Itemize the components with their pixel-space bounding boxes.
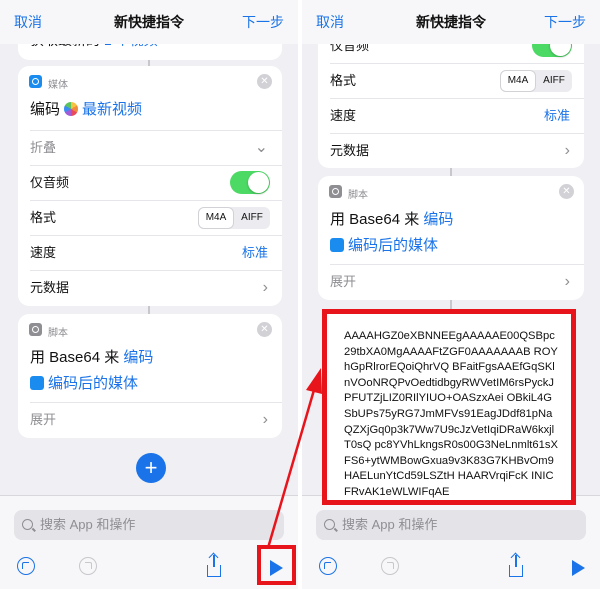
next-button[interactable]: 下一步 xyxy=(242,12,284,32)
category-label: 媒体 xyxy=(48,80,68,91)
close-icon[interactable]: ✕ xyxy=(257,74,272,89)
speed-row[interactable]: 速度 标准 xyxy=(18,235,282,270)
base64-card: 脚本 ✕ 用 Base64 来 编码 编码后的媒体 展开 › xyxy=(318,176,584,300)
format-row: 格式 M4A AIFF xyxy=(18,200,282,235)
redo-icon[interactable] xyxy=(378,555,402,579)
category-label: 脚本 xyxy=(48,328,68,339)
search-input[interactable]: 搜索 App 和操作 xyxy=(14,510,284,540)
share-icon[interactable] xyxy=(504,555,528,579)
format-option-m4a[interactable]: M4A xyxy=(500,70,536,92)
search-placeholder: 搜索 App 和操作 xyxy=(342,517,438,532)
format-option-aiff[interactable]: AIFF xyxy=(234,207,270,229)
format-segmented-control: M4A AIFF xyxy=(500,70,572,92)
expand-row[interactable]: 展开 › xyxy=(318,264,584,299)
close-icon[interactable]: ✕ xyxy=(257,322,272,337)
next-button[interactable]: 下一步 xyxy=(544,12,586,32)
encoded-media-token[interactable]: 编码后的媒体 xyxy=(348,237,438,254)
action-label: 用 Base64 来 xyxy=(330,211,420,228)
chevron-right-icon: › xyxy=(564,273,570,290)
speed-label: 速度 xyxy=(30,245,57,260)
format-segmented-control: M4A AIFF xyxy=(198,207,270,229)
left-pane: 取消 新快捷指令 下一步 获取最新的 1 个视频 媒体 ✕ 编码最新视频 折叠 … xyxy=(0,0,298,589)
action-label: 用 Base64 来 xyxy=(30,349,120,366)
encode-mode-token[interactable]: 编码 xyxy=(123,349,153,366)
format-label: 格式 xyxy=(30,210,57,225)
expand-label: 展开 xyxy=(330,274,357,289)
base64-result-output: AAAAHGZ0eXBNNEEgAAAAAE00QSBpc29tbXA0MgAA… xyxy=(322,309,576,505)
nav-bar: 取消 新快捷指令 下一步 xyxy=(0,0,298,44)
metadata-row[interactable]: 元数据 › xyxy=(18,270,282,305)
speed-row[interactable]: 速度 标准 xyxy=(318,98,584,133)
chevron-right-icon: › xyxy=(262,279,268,296)
share-icon[interactable] xyxy=(202,555,226,579)
category-label: 脚本 xyxy=(348,190,368,201)
input-line: 编码后的媒体 xyxy=(18,372,282,398)
chevron-down-icon: ⌄ xyxy=(254,139,268,156)
bottom-toolbar: 搜索 App 和操作 xyxy=(302,495,600,589)
base64-result-text: AAAAHGZ0eXBNNEEgAAAAAE00QSBpc29tbXA0MgAA… xyxy=(344,330,558,498)
card-header: 脚本 ✕ xyxy=(18,314,282,344)
audio-only-label: 仅音频 xyxy=(30,175,70,190)
speed-label: 速度 xyxy=(330,108,357,123)
right-pane: 取消 新快捷指令 下一步 仅音频 格式 M4A AIFF 速度 标准 元数据 › xyxy=(302,0,600,589)
add-action-button[interactable]: + xyxy=(136,453,166,483)
bottom-toolbar: 搜索 App 和操作 xyxy=(0,495,298,589)
play-button-highlight xyxy=(257,545,296,585)
format-row: 格式 M4A AIFF xyxy=(318,63,584,98)
expand-row[interactable]: 展开 › xyxy=(18,402,282,437)
search-icon xyxy=(22,519,33,530)
collapse-row[interactable]: 折叠 ⌄ xyxy=(18,130,282,165)
undo-icon[interactable] xyxy=(316,555,340,579)
chevron-right-icon: › xyxy=(564,142,570,159)
search-placeholder: 搜索 App 和操作 xyxy=(40,517,136,532)
script-icon xyxy=(329,185,342,198)
media-icon xyxy=(29,75,42,88)
expand-label: 展开 xyxy=(30,412,57,427)
card-header: 脚本 ✕ xyxy=(318,176,584,206)
close-icon[interactable]: ✕ xyxy=(559,184,574,199)
collapse-label: 折叠 xyxy=(30,140,57,155)
base64-card: 脚本 ✕ 用 Base64 来 编码 编码后的媒体 展开 › xyxy=(18,314,282,438)
metadata-row[interactable]: 元数据 › xyxy=(318,133,584,168)
search-icon xyxy=(324,519,335,530)
play-icon[interactable] xyxy=(564,555,588,579)
metadata-label: 元数据 xyxy=(30,280,70,295)
format-label: 格式 xyxy=(330,73,357,88)
action-line: 用 Base64 来 编码 xyxy=(18,344,282,372)
encode-media-card: 仅音频 格式 M4A AIFF 速度 标准 元数据 › xyxy=(318,26,584,168)
redo-icon[interactable] xyxy=(76,555,100,579)
nav-bar: 取消 新快捷指令 下一步 xyxy=(302,0,600,44)
script-icon xyxy=(29,323,42,336)
photos-icon xyxy=(64,102,79,117)
format-option-aiff[interactable]: AIFF xyxy=(536,70,572,92)
chevron-right-icon: › xyxy=(262,411,268,428)
action-line: 用 Base64 来 编码 xyxy=(318,206,584,234)
action-label: 编码 xyxy=(30,101,61,118)
card-header: 媒体 ✕ xyxy=(18,66,282,96)
action-line: 编码 最新视频 xyxy=(18,96,282,124)
undo-icon[interactable] xyxy=(14,555,38,579)
format-option-m4a[interactable]: M4A xyxy=(198,207,234,229)
speed-value[interactable]: 标准 xyxy=(544,98,570,133)
media-token-icon xyxy=(330,238,344,253)
speed-value[interactable]: 标准 xyxy=(242,235,268,270)
media-token-icon xyxy=(30,376,44,391)
metadata-label: 元数据 xyxy=(330,143,370,158)
encoded-media-token[interactable]: 编码后的媒体 xyxy=(48,375,138,392)
search-input[interactable]: 搜索 App 和操作 xyxy=(316,510,586,540)
audio-only-row: 仅音频 xyxy=(18,165,282,200)
encode-mode-token[interactable]: 编码 xyxy=(423,211,453,228)
encode-media-card: 媒体 ✕ 编码 最新视频 折叠 ⌄ 仅音频 格式 M4A AIFF 速度 标准 xyxy=(18,66,282,306)
connector-line xyxy=(450,168,452,176)
audio-only-toggle[interactable] xyxy=(230,171,270,194)
input-line: 编码后的媒体 xyxy=(318,234,584,260)
latest-video-token[interactable]: 最新视频 xyxy=(82,101,142,118)
connector-line xyxy=(148,306,150,314)
